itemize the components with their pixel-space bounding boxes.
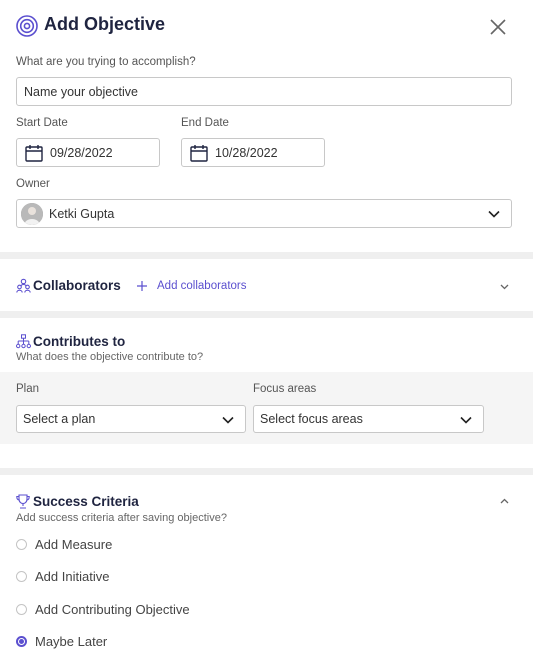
radio-label: Add Initiative — [35, 569, 110, 584]
radio-button-selected[interactable] — [16, 636, 27, 647]
success-criteria-subtitle: Add success criteria after saving object… — [16, 512, 227, 524]
section-divider — [0, 311, 533, 318]
objective-label: What are you trying to accomplish? — [16, 56, 196, 68]
start-date-label: Start Date — [16, 117, 68, 129]
section-divider — [0, 468, 533, 475]
add-collaborators-link[interactable]: Add collaborators — [157, 280, 247, 292]
collaborators-title: Collaborators — [33, 278, 121, 293]
radio-option-measure[interactable]: Add Measure — [16, 537, 112, 552]
avatar — [21, 202, 43, 225]
hierarchy-icon — [16, 334, 31, 349]
focus-areas-select-value: Select focus areas — [260, 412, 363, 426]
chevron-down-icon — [460, 416, 472, 424]
radio-button[interactable] — [16, 571, 27, 582]
radio-option-maybe-later[interactable]: Maybe Later — [16, 634, 107, 649]
chevron-down-icon[interactable] — [499, 281, 510, 292]
add-collaborators-button[interactable]: Add collaborators — [136, 280, 247, 292]
plan-select[interactable]: Select a plan — [16, 405, 246, 433]
owner-select[interactable]: Ketki Gupta — [16, 199, 512, 228]
radio-label: Add Measure — [35, 537, 113, 552]
objective-input-box[interactable] — [16, 77, 512, 106]
radio-button[interactable] — [16, 604, 27, 615]
page-title: Add Objective — [44, 14, 166, 34]
close-icon[interactable] — [488, 17, 508, 37]
end-date-field[interactable]: 10/28/2022 — [181, 138, 325, 167]
owner-name: Ketki Gupta — [49, 206, 115, 221]
start-date-field[interactable]: 09/28/2022 — [16, 138, 160, 167]
focus-areas-select[interactable]: Select focus areas — [253, 405, 484, 433]
success-criteria-title: Success Criteria — [33, 494, 139, 509]
calendar-icon — [190, 144, 208, 162]
trophy-icon — [16, 494, 30, 509]
section-divider — [0, 252, 533, 259]
radio-button[interactable] — [16, 539, 27, 550]
contributes-title: Contributes to — [33, 334, 126, 349]
start-date-value: 09/28/2022 — [50, 145, 113, 160]
radio-option-contributing-objective[interactable]: Add Contributing Objective — [16, 602, 190, 617]
owner-label: Owner — [16, 178, 50, 190]
radio-label: Maybe Later — [35, 634, 108, 649]
chevron-up-icon[interactable] — [499, 496, 510, 507]
plus-icon — [137, 281, 147, 291]
chevron-down-icon — [222, 416, 234, 424]
plan-label: Plan — [16, 383, 40, 395]
chevron-down-icon — [488, 210, 500, 218]
end-date-label: End Date — [181, 117, 229, 129]
focus-areas-label: Focus areas — [253, 383, 317, 395]
objective-name-input[interactable] — [22, 83, 511, 100]
contributes-subtitle: What does the objective contribute to? — [16, 351, 204, 363]
calendar-icon — [25, 144, 43, 162]
radio-label: Add Contributing Objective — [35, 602, 190, 617]
end-date-value: 10/28/2022 — [215, 145, 278, 160]
plan-select-value: Select a plan — [23, 412, 96, 426]
target-icon — [16, 15, 38, 37]
radio-option-initiative[interactable]: Add Initiative — [16, 569, 109, 584]
people-icon — [16, 278, 31, 293]
